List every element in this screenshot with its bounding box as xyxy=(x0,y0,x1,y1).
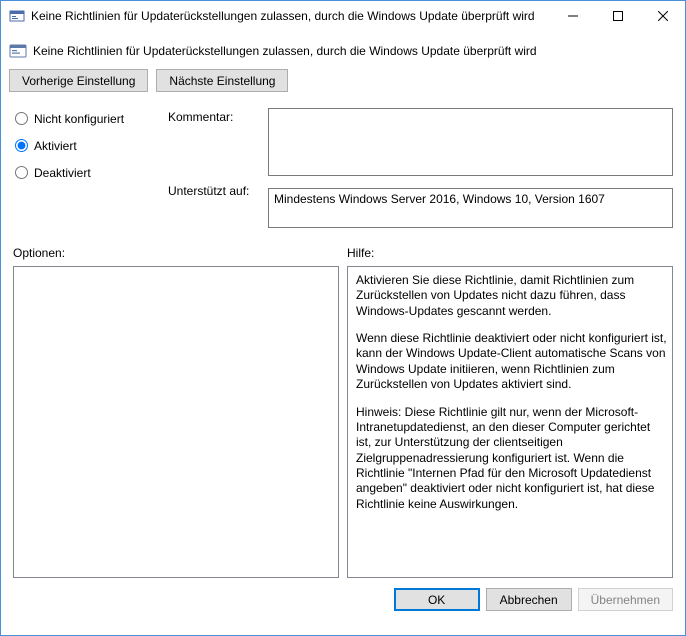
help-paragraph: Aktivieren Sie diese Richtlinie, damit R… xyxy=(356,273,668,319)
radio-not-configured-label: Nicht konfiguriert xyxy=(34,112,124,126)
window-title: Keine Richtlinien für Updaterückstellung… xyxy=(31,9,550,23)
ok-button[interactable]: OK xyxy=(394,588,480,611)
radio-disabled-label: Deaktiviert xyxy=(34,166,91,180)
dialog-footer: OK Abbrechen Übernehmen xyxy=(1,578,685,621)
policy-title: Keine Richtlinien für Updaterückstellung… xyxy=(33,44,537,58)
next-setting-button[interactable]: Nächste Einstellung xyxy=(156,69,288,92)
radio-enabled[interactable]: Aktiviert xyxy=(15,137,168,154)
help-panel[interactable]: Aktivieren Sie diese Richtlinie, damit R… xyxy=(347,266,673,578)
radio-disabled-input[interactable] xyxy=(15,166,28,179)
radio-not-configured[interactable]: Nicht konfiguriert xyxy=(15,110,168,127)
radio-not-configured-input[interactable] xyxy=(15,112,28,125)
supported-on-label: Unterstützt auf: xyxy=(168,182,268,228)
options-label: Optionen: xyxy=(13,246,339,262)
apply-button[interactable]: Übernehmen xyxy=(578,588,673,611)
policy-header: Keine Richtlinien für Updaterückstellung… xyxy=(1,37,685,65)
state-radios: Nicht konfiguriert Aktiviert Deaktiviert xyxy=(13,108,168,234)
options-panel xyxy=(13,266,339,578)
policy-icon xyxy=(9,42,27,60)
supported-on-text xyxy=(268,188,673,228)
radio-disabled[interactable]: Deaktiviert xyxy=(15,164,168,181)
close-button[interactable] xyxy=(640,2,685,31)
comment-textarea[interactable] xyxy=(268,108,673,176)
help-paragraph: Hinweis: Diese Richtlinie gilt nur, wenn… xyxy=(356,405,668,513)
nav-buttons: Vorherige Einstellung Nächste Einstellun… xyxy=(1,65,685,98)
help-label: Hilfe: xyxy=(347,246,673,262)
maximize-button[interactable] xyxy=(595,2,640,31)
radio-enabled-label: Aktiviert xyxy=(34,139,77,153)
app-icon xyxy=(9,8,25,24)
cancel-button[interactable]: Abbrechen xyxy=(486,588,572,611)
comment-label: Kommentar: xyxy=(168,108,268,176)
radio-enabled-input[interactable] xyxy=(15,139,28,152)
help-paragraph: Wenn diese Richtlinie deaktiviert oder n… xyxy=(356,331,668,392)
previous-setting-button[interactable]: Vorherige Einstellung xyxy=(9,69,148,92)
minimize-button[interactable] xyxy=(550,2,595,31)
titlebar: Keine Richtlinien für Updaterückstellung… xyxy=(1,1,685,31)
